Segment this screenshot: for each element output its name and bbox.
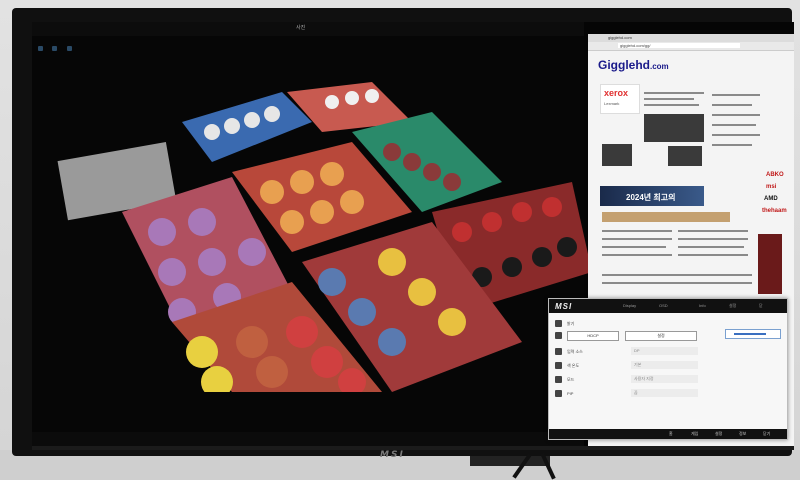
text-line	[712, 94, 760, 96]
ad-xerox[interactable]: xerox Lexmark	[600, 84, 640, 114]
dialog-row: HDCP 설정	[555, 331, 781, 341]
ad-strip[interactable]	[602, 212, 730, 222]
dialog-row: 색 온도 기본	[555, 361, 781, 371]
dialog-tab[interactable]: Info	[699, 303, 706, 308]
dialog-tab[interactable]: 설정	[729, 303, 736, 309]
msi-logo: MSI	[555, 302, 573, 311]
display-icon	[555, 332, 562, 339]
sidebar-ad[interactable]	[758, 234, 782, 294]
back-icon[interactable]	[38, 46, 43, 51]
url-input[interactable]: gigglehd.com/gg/	[618, 43, 740, 48]
footer-item[interactable]: 게임	[691, 431, 698, 437]
footer-item[interactable]: 정보	[739, 431, 746, 437]
sidebar-logo-abko[interactable]: ABKO	[766, 172, 784, 178]
text-line	[712, 134, 760, 136]
footer-item[interactable]: 홈	[669, 431, 673, 437]
text-line	[712, 104, 752, 106]
text-line	[712, 124, 756, 126]
banner-text: 2024년 최고의	[626, 193, 676, 202]
pip-icon	[555, 390, 562, 397]
text-line	[602, 246, 666, 248]
viewer-titlebar: 사진	[32, 22, 584, 36]
brightness-icon	[555, 320, 562, 327]
photo-viewer-window: 사진	[32, 22, 592, 446]
pip-select[interactable]: 끔	[631, 389, 698, 397]
dialog-row: PIP 끔	[555, 389, 781, 399]
text-line	[678, 230, 748, 232]
setting-button[interactable]: 설정	[625, 331, 697, 341]
taskbar	[32, 446, 794, 450]
input-icon	[555, 348, 562, 355]
text-line	[602, 274, 752, 276]
text-line	[678, 238, 748, 240]
text-line	[602, 254, 672, 256]
row-label: 모드	[567, 377, 575, 382]
viewer-footer	[32, 432, 584, 446]
input-select[interactable]: DP	[631, 347, 698, 355]
ad-sub: Lexmark	[604, 101, 620, 106]
banner-ad[interactable]: 2024년 최고의	[600, 186, 704, 206]
text-line	[602, 230, 672, 232]
news-thumbnail[interactable]	[602, 144, 632, 166]
row-label: PIP	[567, 391, 574, 396]
text-line	[644, 92, 704, 94]
dialog-row: 밝기	[555, 319, 781, 329]
viewer-toolbar	[38, 38, 578, 51]
browser-tab[interactable]: gigglehd.com	[608, 35, 632, 40]
sidebar-logo-amd[interactable]: AMD	[764, 196, 778, 202]
news-thumbnail[interactable]	[668, 146, 702, 166]
text-line	[644, 98, 694, 100]
ad-brand: xerox	[604, 88, 629, 98]
dialog-row: 모드 사용자 지정	[555, 375, 781, 385]
site-logo[interactable]: Gigglehd.com	[598, 58, 669, 72]
viewer-title: 사진	[296, 25, 306, 31]
footer-item[interactable]: 설정	[715, 431, 722, 437]
text-line	[602, 282, 752, 284]
zoom-icon[interactable]	[52, 46, 58, 51]
monitor-screen: 사진 gigglehd.com gigglehd.com/gg/ Giggleh…	[32, 22, 794, 450]
text-line	[678, 254, 748, 256]
dialog-footer: 홈 게임 설정 정보 닫기	[549, 429, 787, 439]
browser-addressbar: gigglehd.com/gg/	[588, 42, 794, 51]
row-label: 입력 소스	[567, 349, 583, 354]
monitor-stand	[470, 456, 550, 466]
photo-fabric-reels	[57, 82, 592, 392]
text-line	[678, 246, 744, 248]
msi-display-dialog: MSI Display OSD Info 설정 닫 밝기 HDCP 설정 입력 …	[548, 298, 788, 440]
browser-tabbar: gigglehd.com	[588, 34, 794, 42]
dialog-header: MSI Display OSD Info 설정 닫	[549, 299, 787, 313]
site-name: Gigglehd	[598, 58, 650, 72]
color-select[interactable]: 기본	[631, 361, 698, 369]
monitor-bezel: 사진 gigglehd.com gigglehd.com/gg/ Giggleh…	[12, 8, 794, 456]
row-label: 밝기	[567, 321, 575, 326]
dialog-tab[interactable]: Display	[623, 303, 636, 308]
rotate-icon[interactable]	[66, 46, 72, 51]
news-thumbnail[interactable]	[644, 114, 704, 142]
text-line	[712, 144, 752, 146]
sidebar-logo-msi[interactable]: msi	[766, 184, 776, 190]
footer-item[interactable]: 닫기	[763, 431, 770, 437]
dialog-row: 입력 소스 DP	[555, 347, 781, 357]
mode-icon	[555, 376, 562, 383]
site-tld: .com	[650, 62, 669, 71]
dialog-tab[interactable]: OSD	[659, 303, 668, 308]
sidebar-logo-thehaam[interactable]: thehaam	[762, 208, 787, 214]
color-icon	[555, 362, 562, 369]
dialog-tab[interactable]: 닫	[759, 303, 763, 309]
row-label: 색 온도	[567, 363, 580, 368]
text-line	[602, 238, 672, 240]
text-line	[712, 114, 760, 116]
text-line	[644, 104, 699, 106]
mode-select[interactable]: 사용자 지정	[631, 375, 698, 383]
hdcp-button[interactable]: HDCP	[567, 331, 619, 341]
monitor-brand-logo: MSI	[380, 450, 405, 460]
